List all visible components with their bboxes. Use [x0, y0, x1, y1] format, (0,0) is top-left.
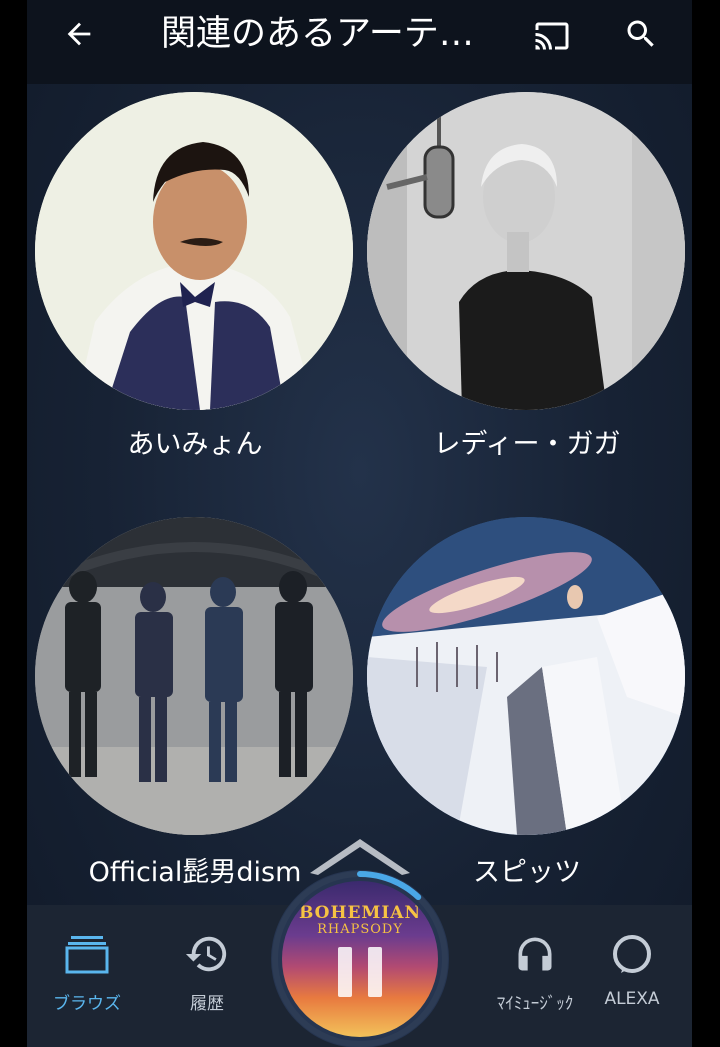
album-title: BOHEMIAN — [298, 903, 421, 923]
artist-card[interactable]: レディー・ガガ — [367, 92, 687, 460]
back-button[interactable] — [57, 12, 101, 56]
nav-label: ブラウズ — [53, 994, 121, 1014]
arrow-left-icon — [67, 22, 91, 46]
album-art: BOHEMIAN RHAPSODY — [282, 881, 438, 1037]
artist-photo-portrait — [367, 92, 685, 410]
search-button[interactable] — [619, 12, 663, 56]
left-bezel — [0, 0, 27, 1047]
artist-card[interactable]: Official髭男dism — [35, 517, 355, 888]
nav-label: ALEXA — [604, 989, 660, 1009]
nav-label: 履歴 — [190, 994, 224, 1014]
top-app-bar: 関連のあるアーテ… — [27, 0, 692, 84]
artist-card[interactable]: スピッツ — [367, 517, 687, 888]
headphones-icon — [518, 937, 552, 971]
artist-image[interactable] — [367, 517, 685, 835]
nav-alexa[interactable]: ALEXA — [572, 905, 692, 1047]
artist-photo-portrait — [35, 92, 353, 410]
artist-photo-group — [35, 517, 353, 835]
cast-icon — [535, 22, 569, 50]
app-screen: 関連のあるアーテ… あいみょん レディー・ガガ Official髭男dism ス… — [27, 0, 692, 1047]
album-subtitle: RHAPSODY — [317, 922, 403, 937]
artist-image[interactable] — [367, 92, 685, 410]
nav-history[interactable]: 履歴 — [147, 905, 267, 1047]
artist-name[interactable]: レディー・ガガ — [367, 422, 687, 461]
nav-browse[interactable]: ブラウズ — [27, 905, 147, 1047]
browse-icon — [65, 936, 109, 974]
cast-button[interactable] — [530, 14, 574, 58]
artist-card[interactable]: あいみょん — [35, 92, 355, 460]
page-title: 関連のあるアーテ… — [161, 14, 474, 54]
artist-name[interactable]: あいみょん — [35, 422, 355, 461]
right-bezel — [692, 0, 720, 1047]
history-icon — [185, 936, 227, 972]
pause-icon[interactable] — [338, 947, 382, 997]
artist-image[interactable] — [35, 517, 353, 835]
alexa-icon — [613, 935, 651, 973]
artist-artwork-landscape — [367, 517, 685, 835]
artist-image[interactable] — [35, 92, 353, 410]
now-playing-button[interactable]: BOHEMIAN RHAPSODY — [271, 870, 449, 1047]
search-icon — [627, 20, 654, 47]
